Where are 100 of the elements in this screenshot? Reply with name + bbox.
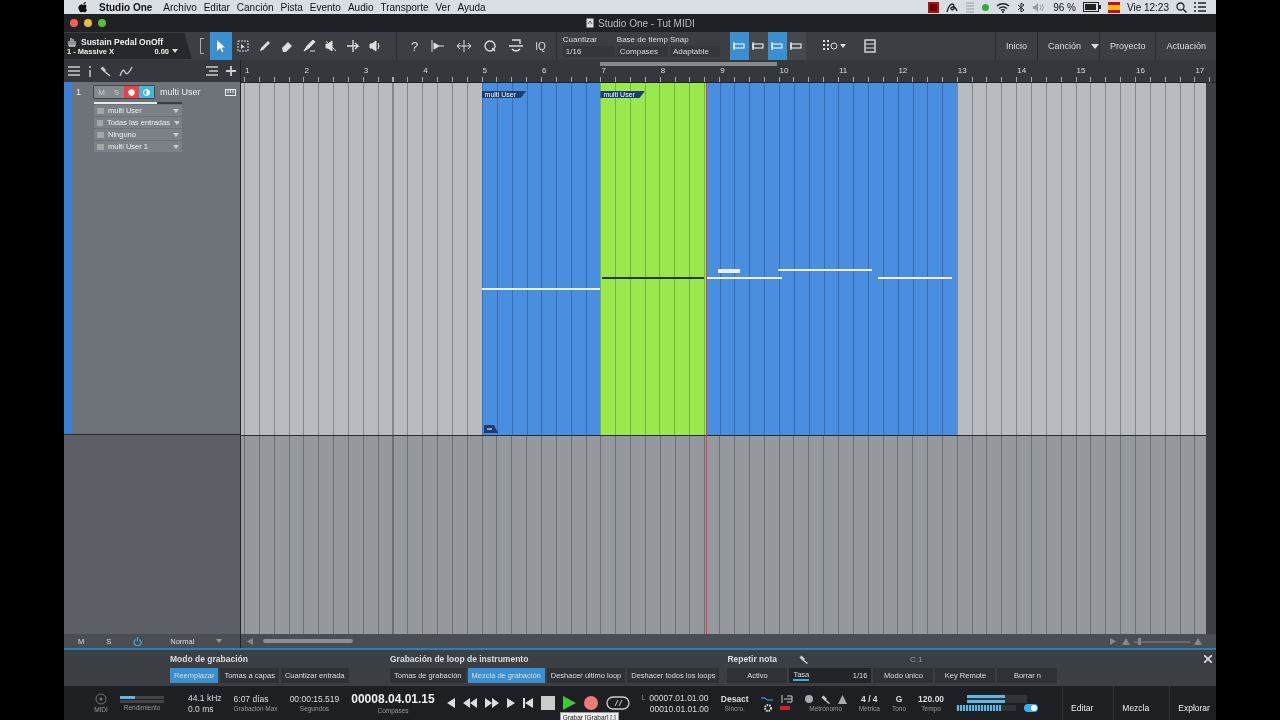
zoom-button[interactable] <box>98 19 106 27</box>
left-locator[interactable]: 00007.01.01.00 <box>649 692 709 703</box>
previous-marker-icon[interactable] <box>446 698 455 708</box>
track-number: 1 <box>76 87 82 97</box>
wifi-icon[interactable] <box>996 1 1011 13</box>
bluetooth-icon[interactable] <box>1017 1 1026 13</box>
close-icon[interactable] <box>1204 655 1212 663</box>
timebase-dropdown[interactable]: Compases <box>616 46 668 57</box>
vertical-scrollbar[interactable] <box>1206 83 1216 634</box>
wrench-icon[interactable] <box>100 65 111 77</box>
right-locator[interactable]: 00010.01.01.00 <box>649 703 709 714</box>
timeline-ruler[interactable]: 1 2 3 4 5 6 7 8 9 10 11 12 13 14 15 16 17 <box>241 60 1216 83</box>
merge-icon[interactable] <box>508 39 525 53</box>
menu-item[interactable]: Canción <box>236 1 274 13</box>
return-to-start-icon[interactable] <box>522 698 533 708</box>
list-options-icon[interactable] <box>206 66 218 76</box>
tempo-value[interactable]: 120.00 <box>918 694 945 704</box>
view-button[interactable]: Explorar <box>1169 686 1216 720</box>
wrench-icon[interactable] <box>820 694 830 704</box>
monitor-icon <box>143 88 150 96</box>
gear-icon[interactable] <box>763 703 772 712</box>
quantize-icon[interactable] <box>483 39 498 53</box>
section-title: Modo de grabación <box>170 654 249 664</box>
seconds-display[interactable]: 00:00:15.519 <box>289 694 340 704</box>
flag-icon[interactable] <box>1107 1 1120 13</box>
bar-number: 7 <box>601 66 606 75</box>
power-icon[interactable] <box>133 636 143 646</box>
section-title: Grabación de loop de instrumento <box>390 654 530 664</box>
wrench-icon[interactable] <box>799 654 809 664</box>
section-title: Repetir nota <box>727 654 778 664</box>
fast-forward-icon[interactable] <box>484 698 499 708</box>
menu-item[interactable]: Ayuda <box>457 1 486 13</box>
menu-item[interactable]: Evento <box>309 1 341 13</box>
track-name[interactable]: multi User <box>160 87 220 97</box>
record-icon[interactable] <box>583 696 598 710</box>
timebase-label: Base de tiemp <box>616 35 668 44</box>
next-marker-icon[interactable] <box>506 698 515 708</box>
metronome-icon[interactable] <box>837 694 847 704</box>
nudge-icon[interactable] <box>429 39 446 53</box>
caret-icon[interactable] <box>172 49 178 53</box>
clock[interactable]: Vie 12:23 <box>1126 1 1169 13</box>
input-quantize-button[interactable]: IQ <box>535 40 546 52</box>
input-meter-drawing <box>956 704 1017 711</box>
bars-display[interactable]: 00008.04.01.15 <box>351 692 435 706</box>
help-button[interactable]: ? <box>411 38 419 54</box>
close-button[interactable] <box>70 19 78 27</box>
rewind-icon[interactable] <box>462 698 477 708</box>
battery-percent: 96 % <box>1053 1 1076 13</box>
grid-settings-icon[interactable] <box>821 39 848 53</box>
stretch-icon[interactable] <box>456 39 473 53</box>
caret-icon[interactable] <box>1090 43 1099 49</box>
minimize-button[interactable] <box>84 19 92 27</box>
output-meter-drawing <box>967 694 1028 703</box>
stop-icon[interactable] <box>540 696 555 710</box>
menu-item[interactable]: Ver <box>435 1 451 13</box>
time-signature[interactable]: 4 / 4 <box>861 694 878 704</box>
midi-port-icon <box>94 693 108 705</box>
menu-item[interactable]: Transporte <box>380 1 429 13</box>
caret-icon <box>173 120 179 125</box>
automation-icon[interactable] <box>119 65 133 77</box>
apple-icon[interactable] <box>78 1 88 13</box>
search-icon[interactable] <box>1176 1 1187 13</box>
menu-item[interactable]: Editar <box>203 1 230 13</box>
loop-icon[interactable] <box>605 696 630 710</box>
menu-item[interactable]: Audio <box>347 1 374 13</box>
view-button[interactable]: Editar <box>1062 686 1102 720</box>
zoom-slider-icon[interactable] <box>1122 637 1202 645</box>
mute-icon <box>324 39 338 53</box>
film-icon[interactable] <box>863 39 876 53</box>
quantize-dropdown[interactable]: 1/16 <box>562 46 615 57</box>
status-dot-icon <box>982 3 990 11</box>
menu-item[interactable]: Archivo <box>163 1 197 13</box>
app-status-icon[interactable] <box>928 1 940 13</box>
add-track-icon[interactable] <box>226 66 236 76</box>
app-menu[interactable]: Studio One <box>99 1 153 13</box>
script-a-icon[interactable] <box>946 1 959 13</box>
info-icon[interactable] <box>88 65 92 77</box>
menu-icon[interactable] <box>68 66 80 76</box>
horizontal-scrollbar[interactable] <box>263 639 353 643</box>
key-value[interactable]: G <box>895 694 903 704</box>
arrow-tool-button[interactable] <box>210 32 232 60</box>
bar-number: 14 <box>1017 66 1027 75</box>
split-icon <box>346 39 360 53</box>
dot-icon[interactable] <box>804 695 813 703</box>
menu-item[interactable]: Pista <box>280 1 303 13</box>
view-button[interactable]: Mezcla <box>1113 686 1158 720</box>
snap-dropdown[interactable]: Adaptable <box>669 46 720 57</box>
bar-number: 3 <box>363 66 369 75</box>
battery-icon[interactable] <box>1082 2 1101 12</box>
bar-number: 6 <box>542 66 547 75</box>
bar-number: 16 <box>1136 66 1145 75</box>
toggle-icon[interactable] <box>1024 703 1039 712</box>
snap-toggle-button[interactable] <box>729 32 749 60</box>
marker-icon[interactable] <box>779 705 790 710</box>
record-button[interactable] <box>124 86 139 98</box>
latency: 0.0 ms <box>188 703 214 714</box>
list-icon[interactable] <box>1194 2 1206 12</box>
setting-icon <box>97 143 104 150</box>
sync-value[interactable]: Desact <box>720 694 749 704</box>
precount-icon[interactable] <box>780 694 793 703</box>
